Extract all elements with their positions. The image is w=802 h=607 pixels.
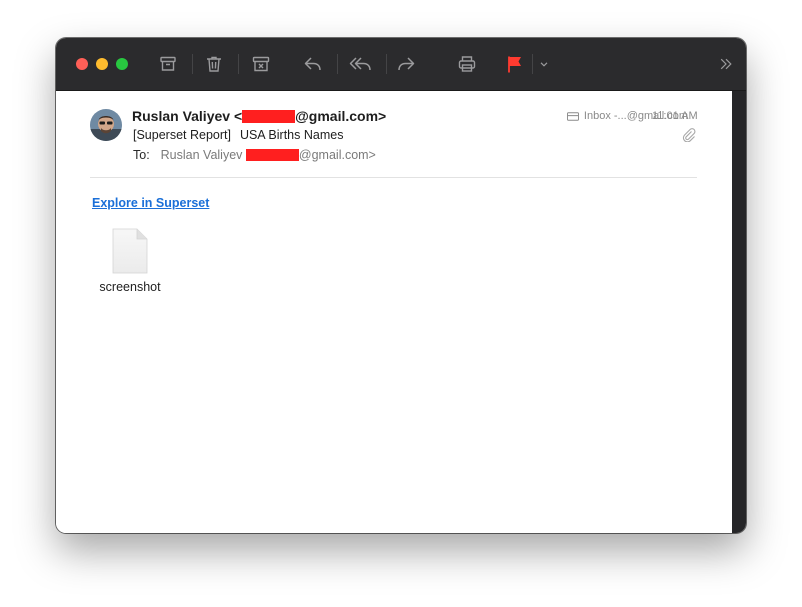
- recipient-name: Ruslan Valiyev: [160, 148, 243, 162]
- reply-button[interactable]: [301, 52, 325, 76]
- toolbar-separator: [337, 54, 338, 74]
- paperclip-icon: [682, 128, 696, 142]
- reply-all-icon: [349, 57, 371, 71]
- toolbar-separator: [532, 54, 533, 74]
- mail-window: Ruslan Valiyev < @gmail.com> [Superset Re…: [56, 38, 746, 533]
- recipient[interactable]: Ruslan Valiyev @gmail.com>: [161, 148, 376, 162]
- recipient-domain: @gmail.com>: [298, 148, 376, 162]
- flag-button[interactable]: [503, 52, 527, 76]
- attachment-screenshot[interactable]: screenshot: [94, 228, 166, 298]
- more-toolbar-button[interactable]: [714, 52, 738, 76]
- inbox-tray-icon: [566, 111, 579, 121]
- junk-button[interactable]: [249, 52, 273, 76]
- reply-all-button[interactable]: [347, 52, 375, 76]
- received-time: 11:01 AM: [652, 110, 698, 122]
- toolbar-separator: [238, 54, 239, 74]
- recipient-line: To: Ruslan Valiyev @gmail.com>: [133, 148, 376, 162]
- attachment-name: screenshot: [99, 280, 161, 294]
- subject-title: USA Births Names: [239, 128, 344, 142]
- avatar-image: [90, 109, 122, 141]
- to-label: To:: [133, 148, 150, 162]
- toolbar: [56, 38, 746, 91]
- message-pane: Ruslan Valiyev < @gmail.com> [Superset Re…: [56, 91, 732, 533]
- printer-icon: [458, 56, 476, 72]
- toolbar-separator: [192, 54, 193, 74]
- delete-button[interactable]: [202, 52, 226, 76]
- subject-line: [Superset Report] USA Births Names: [133, 128, 343, 142]
- forward-icon: [398, 57, 415, 71]
- redacted-email: [242, 110, 296, 123]
- document-icon: [112, 228, 148, 274]
- forward-button[interactable]: [394, 52, 418, 76]
- archive-icon: [160, 56, 176, 71]
- print-button[interactable]: [455, 52, 479, 76]
- reply-icon: [304, 57, 321, 71]
- trash-icon: [207, 56, 221, 72]
- toolbar-separator: [386, 54, 387, 74]
- archive-button[interactable]: [156, 52, 180, 76]
- close-window-button[interactable]: [76, 58, 88, 70]
- double-chevron-right-icon: [720, 58, 732, 70]
- subject-prefix: [Superset Report]: [133, 128, 231, 142]
- header-divider: [90, 177, 697, 178]
- explore-in-superset-link[interactable]: Explore in Superset: [92, 196, 209, 210]
- minimize-window-button[interactable]: [96, 58, 108, 70]
- avatar[interactable]: [90, 109, 122, 141]
- scrollbar-track[interactable]: [732, 91, 746, 533]
- sender-domain: @gmail.com>: [295, 108, 387, 124]
- redacted-email: [245, 149, 299, 161]
- chevron-down-icon: [540, 62, 548, 67]
- flag-icon: [508, 56, 521, 73]
- sender-name: Ruslan Valiyev <: [132, 108, 243, 124]
- sender[interactable]: Ruslan Valiyev < @gmail.com>: [132, 108, 386, 124]
- zoom-window-button[interactable]: [116, 58, 128, 70]
- junk-icon: [252, 56, 270, 72]
- flag-menu-button[interactable]: [535, 52, 553, 76]
